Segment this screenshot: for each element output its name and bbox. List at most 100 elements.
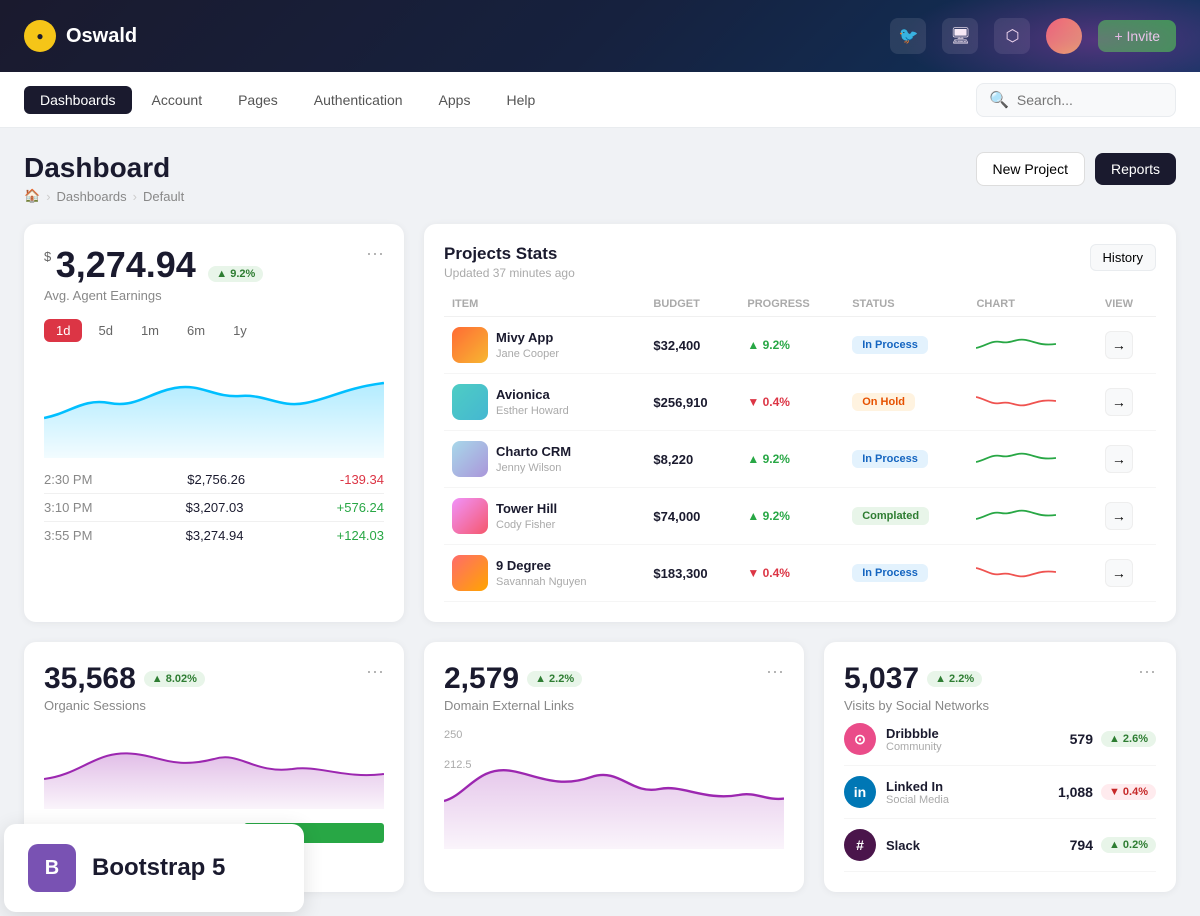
project-chart-3 xyxy=(968,488,1096,545)
project-budget-3: $74,000 xyxy=(645,488,739,545)
project-status-3: Complated xyxy=(844,488,968,545)
project-chart-0 xyxy=(968,317,1096,374)
time-filter-6m[interactable]: 6m xyxy=(175,319,217,342)
social-type-1: Social Media xyxy=(886,794,949,806)
status-badge-4: In Process xyxy=(852,564,928,582)
topbar-bird-icon[interactable]: 🐦 xyxy=(890,18,926,54)
earnings-label: Avg. Agent Earnings xyxy=(44,288,263,303)
col-view: VIEW xyxy=(1097,292,1156,317)
project-budget-4: $183,300 xyxy=(645,545,739,602)
social-badge-2: ▲ 0.2% xyxy=(1101,837,1156,853)
table-row: Mivy App Jane Cooper $32,400 ▲ 9.2% In P… xyxy=(444,317,1156,374)
view-btn-4[interactable]: → xyxy=(1105,559,1133,587)
nav-item-help[interactable]: Help xyxy=(490,86,551,114)
view-btn-2[interactable]: → xyxy=(1105,445,1133,473)
table-row: Avionica Esther Howard $256,910 ▼ 0.4% O… xyxy=(444,374,1156,431)
earnings-amount: 3,274.94 xyxy=(56,244,196,285)
projects-header: Projects Stats Updated 37 minutes ago Hi… xyxy=(444,244,1156,280)
col-progress: PROGRESS xyxy=(739,292,844,317)
project-view-3[interactable]: → xyxy=(1097,488,1156,545)
earnings-symbol: $ xyxy=(44,249,51,264)
new-project-button[interactable]: New Project xyxy=(976,152,1085,186)
earnings-row-1: 2:30 PM $2,756.26 -139.34 xyxy=(44,466,384,493)
col-chart: CHART xyxy=(968,292,1096,317)
nav-item-dashboards[interactable]: Dashboards xyxy=(24,86,132,114)
time-filter-1y[interactable]: 1y xyxy=(221,319,259,342)
earnings-row-3: 3:55 PM $3,274.94 +124.03 xyxy=(44,521,384,549)
sessions-more-icon[interactable]: ··· xyxy=(366,662,384,680)
time-2: 3:10 PM xyxy=(44,500,92,515)
topbar-share-icon[interactable]: ⬡ xyxy=(994,18,1030,54)
logo-icon: ● xyxy=(24,20,56,52)
links-more-icon[interactable]: ··· xyxy=(766,662,784,680)
social-name-1: Linked In xyxy=(886,779,949,794)
earnings-row-2: 3:10 PM $3,207.03 +576.24 xyxy=(44,493,384,521)
search-bar: 🔍 xyxy=(976,83,1176,117)
change-2: +576.24 xyxy=(337,500,384,515)
projects-table: ITEM BUDGET PROGRESS STATUS CHART VIEW M… xyxy=(444,292,1156,602)
social-type-0: Community xyxy=(886,741,942,753)
row-1: $ 3,274.94 ▲ 9.2% Avg. Agent Earnings ··… xyxy=(24,224,1176,622)
social-more-icon[interactable]: ··· xyxy=(1138,662,1156,680)
social-header: 5,037 ▲ 2.2% Visits by Social Networks ·… xyxy=(844,662,1156,713)
project-name-4: 9 Degree xyxy=(496,558,587,573)
project-chart-4 xyxy=(968,545,1096,602)
topbar-monitor-icon[interactable]: 🖥 xyxy=(942,18,978,54)
nav-item-authentication[interactable]: Authentication xyxy=(298,86,419,114)
project-view-4[interactable]: → xyxy=(1097,545,1156,602)
project-person-2: Jenny Wilson xyxy=(496,462,561,474)
search-icon: 🔍 xyxy=(989,90,1009,110)
links-header: 2,579 ▲ 2.2% Domain External Links ··· xyxy=(444,662,784,713)
amount-2: $3,207.03 xyxy=(186,500,244,515)
project-person-4: Savannah Nguyen xyxy=(496,576,587,588)
time-filter-5d[interactable]: 5d xyxy=(86,319,124,342)
view-btn-1[interactable]: → xyxy=(1105,388,1133,416)
social-icon-1: in xyxy=(844,776,876,808)
col-status: STATUS xyxy=(844,292,968,317)
earnings-badge: ▲ 9.2% xyxy=(208,266,263,282)
page-header: Dashboard 🏠 › Dashboards › Default New P… xyxy=(24,152,1176,204)
social-name-2: Slack xyxy=(886,838,920,853)
project-person-1: Esther Howard xyxy=(496,405,569,417)
history-button[interactable]: History xyxy=(1090,244,1156,271)
user-avatar[interactable] xyxy=(1046,18,1082,54)
project-person-3: Cody Fisher xyxy=(496,519,555,531)
time-filter-1d[interactable]: 1d xyxy=(44,319,82,342)
social-icon-0: ⊙ xyxy=(844,723,876,755)
social-row-2: # Slack 794 ▲ 0.2% xyxy=(844,819,1156,872)
project-icon-2 xyxy=(452,441,488,477)
social-name-0: Dribbble xyxy=(886,726,942,741)
col-item: ITEM xyxy=(444,292,645,317)
social-badge-0: ▲ 2.6% xyxy=(1101,731,1156,747)
bootstrap-overlay-card: B Bootstrap 5 xyxy=(4,824,304,912)
earnings-more-icon[interactable]: ··· xyxy=(366,244,384,262)
project-item-3: Tower Hill Cody Fisher xyxy=(444,488,645,545)
nav-item-apps[interactable]: Apps xyxy=(423,86,487,114)
view-btn-3[interactable]: → xyxy=(1105,502,1133,530)
earnings-rows: 2:30 PM $2,756.26 -139.34 3:10 PM $3,207… xyxy=(44,466,384,549)
project-view-0[interactable]: → xyxy=(1097,317,1156,374)
project-item-4: 9 Degree Savannah Nguyen xyxy=(444,545,645,602)
social-rows: ⊙ Dribbble Community 579 ▲ 2.6% in Linke… xyxy=(844,713,1156,872)
breadcrumb: 🏠 › Dashboards › Default xyxy=(24,188,184,204)
project-status-1: On Hold xyxy=(844,374,968,431)
project-view-2[interactable]: → xyxy=(1097,431,1156,488)
nav-item-pages[interactable]: Pages xyxy=(222,86,294,114)
nav-item-account[interactable]: Account xyxy=(136,86,219,114)
social-count-1: 1,088 xyxy=(1058,784,1093,800)
projects-title: Projects Stats xyxy=(444,244,575,264)
search-input[interactable] xyxy=(1017,92,1163,108)
project-icon-3 xyxy=(452,498,488,534)
project-chart-1 xyxy=(968,374,1096,431)
project-chart-2 xyxy=(968,431,1096,488)
table-row: 9 Degree Savannah Nguyen $183,300 ▼ 0.4%… xyxy=(444,545,1156,602)
table-row: Tower Hill Cody Fisher $74,000 ▲ 9.2% Co… xyxy=(444,488,1156,545)
reports-button[interactable]: Reports xyxy=(1095,153,1176,185)
view-btn-0[interactable]: → xyxy=(1105,331,1133,359)
project-view-1[interactable]: → xyxy=(1097,374,1156,431)
navbar: Dashboards Account Pages Authentication … xyxy=(0,72,1200,128)
invite-button[interactable]: + Invite xyxy=(1098,20,1176,52)
social-amount: 5,037 xyxy=(844,662,919,696)
project-name-2: Charto CRM xyxy=(496,444,571,459)
time-filter-1m[interactable]: 1m xyxy=(129,319,171,342)
